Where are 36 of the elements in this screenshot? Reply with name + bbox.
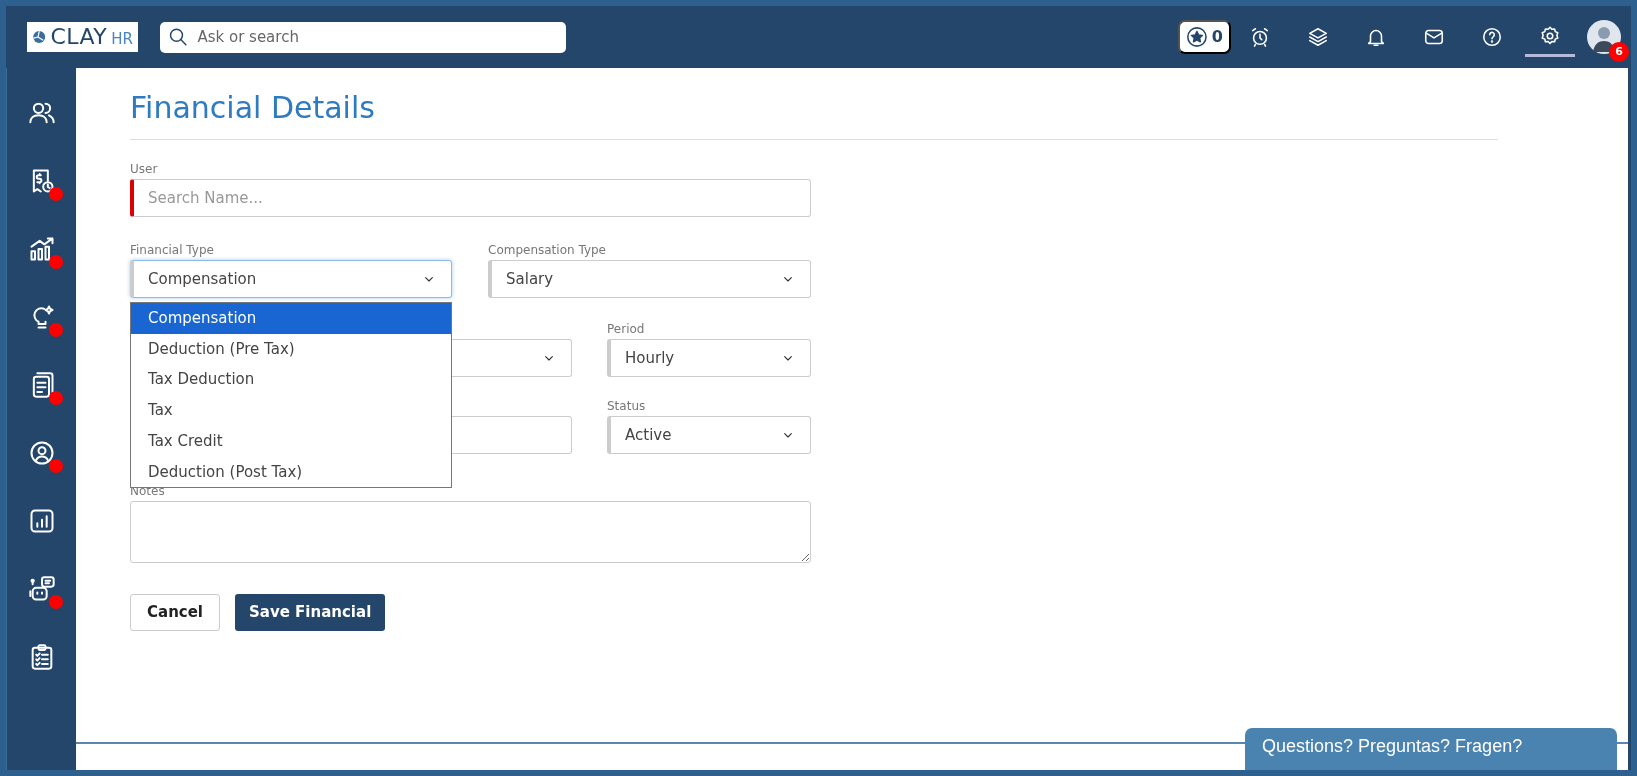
alert-dot: [48, 323, 63, 337]
save-button[interactable]: Save Financial: [235, 594, 386, 631]
field-label: Financial Type: [130, 243, 215, 257]
chat-button[interactable]: Questions? Preguntas? Fragen?: [1245, 728, 1617, 770]
alert-dot: [48, 187, 63, 201]
layers-icon: [1307, 26, 1329, 48]
dropdown-option[interactable]: Compensation: [131, 303, 451, 334]
page-title: Financial Details: [130, 89, 376, 127]
cancel-button[interactable]: Cancel: [130, 594, 220, 631]
compensation-type-select[interactable]: Salary: [488, 260, 811, 298]
logo: CLAY HR: [27, 22, 138, 52]
field-label: Status: [607, 399, 647, 413]
alert-dot: [48, 255, 63, 269]
name-search-field[interactable]: Search Name...: [130, 179, 811, 217]
notes-field[interactable]: [130, 501, 811, 563]
notification-badge: 6: [1609, 42, 1629, 62]
robot-chat-icon: [27, 575, 56, 603]
field-label: Compensation Type: [488, 243, 607, 257]
alert-dot: [48, 459, 63, 473]
period-select[interactable]: Hourly: [607, 339, 811, 377]
status-select[interactable]: Active: [607, 416, 811, 454]
bar-growth-icon: [27, 235, 56, 263]
help-icon: [1481, 26, 1503, 48]
logo-mark-icon: [32, 28, 47, 46]
alarm-clock-icon: [1249, 26, 1271, 48]
avatar[interactable]: [1587, 20, 1621, 54]
financial-type-select[interactable]: Compensation: [130, 260, 452, 298]
field-label: Period: [607, 322, 646, 336]
points-count: 0: [1211, 26, 1223, 48]
search-bar[interactable]: Ask or search: [160, 21, 566, 53]
alert-dot: [48, 595, 63, 609]
settings-icon: [1539, 24, 1561, 47]
points-button[interactable]: 0: [1178, 20, 1231, 54]
alert-dot: [48, 391, 63, 405]
field-label: User: [130, 162, 159, 176]
search-icon: [168, 26, 189, 48]
